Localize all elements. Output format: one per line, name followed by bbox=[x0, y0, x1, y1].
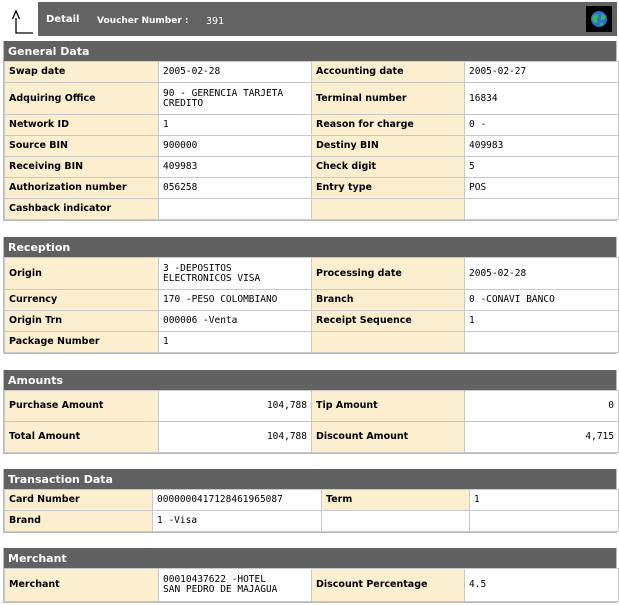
network-id-label: Network ID bbox=[4, 114, 159, 136]
currency-value: 170 -PESO COLOMBIANO bbox=[158, 289, 312, 311]
cashback-indicator-value bbox=[158, 198, 312, 220]
discount-amount-value: 4,715 bbox=[464, 421, 619, 453]
page-title: Detail bbox=[46, 14, 80, 25]
merchant-header: Merchant bbox=[4, 548, 616, 568]
receiving-bin-label: Receiving BIN bbox=[4, 156, 159, 178]
authorization-number-value: 056258 bbox=[158, 177, 312, 199]
reason-for-charge-value: 0 - bbox=[464, 114, 619, 136]
origin-value: 3 -DEPOSITOS ELECTRONICOS VISA bbox=[158, 257, 312, 290]
receipt-sequence-label: Receipt Sequence bbox=[311, 310, 465, 332]
origin-trn-label: Origin Trn bbox=[4, 310, 159, 332]
receipt-sequence-value: 1 bbox=[464, 310, 619, 332]
processing-date-label: Processing date bbox=[311, 257, 465, 290]
terminal-number-label: Terminal number bbox=[311, 82, 465, 115]
entry-type-value: POS bbox=[464, 177, 619, 199]
acquiring-office-value: 90 - GERENCIA TARJETA CREDITO bbox=[158, 82, 312, 115]
acquiring-office-label: Adquiring Office bbox=[4, 82, 159, 115]
merchant-section: Merchant Merchant 00010437622 -HOTEL SAN … bbox=[3, 548, 619, 603]
entry-type-label: Entry type bbox=[311, 177, 465, 199]
amounts-section: Amounts Purchase Amount 104,788 Tip Amou… bbox=[3, 370, 619, 454]
empty-value-cell bbox=[464, 331, 619, 353]
discount-percentage-value: 4.5 bbox=[464, 568, 619, 602]
term-label: Term bbox=[321, 489, 470, 511]
check-digit-value: 5 bbox=[464, 156, 619, 178]
brand-value: 1 -Visa bbox=[152, 510, 322, 532]
transaction-data-header: Transaction Data bbox=[4, 469, 616, 489]
receiving-bin-value: 409983 bbox=[158, 156, 312, 178]
total-amount-label: Total Amount bbox=[4, 421, 159, 453]
empty-label-cell bbox=[311, 331, 465, 353]
tip-amount-value: 0 bbox=[464, 390, 619, 422]
destiny-bin-label: Destiny BIN bbox=[311, 135, 465, 157]
discount-percentage-label: Discount Percentage bbox=[311, 568, 465, 602]
cashback-indicator-label: Cashback indicator bbox=[4, 198, 159, 220]
currency-label: Currency bbox=[4, 289, 159, 311]
header-bar: Detail Voucher Number : 391 bbox=[2, 2, 617, 36]
destiny-bin-value: 409983 bbox=[464, 135, 619, 157]
empty-value-cell bbox=[464, 198, 619, 220]
swap-date-label: Swap date bbox=[4, 61, 159, 83]
accounting-date-label: Accounting date bbox=[311, 61, 465, 83]
empty-value-cell bbox=[321, 510, 470, 532]
processing-date-value: 2005-02-28 bbox=[464, 257, 619, 290]
globe-icon[interactable] bbox=[586, 6, 612, 32]
empty-value-cell bbox=[469, 510, 619, 532]
branch-label: Branch bbox=[311, 289, 465, 311]
term-value: 1 bbox=[469, 489, 619, 511]
corner-up-left-arrow-icon bbox=[12, 9, 33, 34]
merchant-label: Merchant bbox=[4, 568, 159, 602]
voucher-number-value: 391 bbox=[206, 16, 225, 27]
source-bin-value: 900000 bbox=[158, 135, 312, 157]
discount-amount-label: Discount Amount bbox=[311, 421, 465, 453]
check-digit-label: Check digit bbox=[311, 156, 465, 178]
card-number-label: Card Number bbox=[4, 489, 153, 511]
reception-header: Reception bbox=[4, 237, 616, 257]
purchase-amount-label: Purchase Amount bbox=[4, 390, 159, 422]
accounting-date-value: 2005-02-27 bbox=[464, 61, 619, 83]
empty-label-cell bbox=[311, 198, 465, 220]
source-bin-label: Source BIN bbox=[4, 135, 159, 157]
terminal-number-value: 16834 bbox=[464, 82, 619, 115]
general-data-header: General Data bbox=[4, 41, 616, 61]
card-number-value: 0000000417128461965087 bbox=[152, 489, 322, 511]
general-data-section: General Data Swap date 2005-02-28 Accoun… bbox=[3, 41, 619, 221]
package-number-value: 1 bbox=[158, 331, 312, 353]
origin-trn-value: 000006 -Venta bbox=[158, 310, 312, 332]
title-bar: Detail Voucher Number : 391 bbox=[38, 2, 617, 36]
merchant-value: 00010437622 -HOTEL SAN PEDRO DE MAJAGUA bbox=[158, 568, 312, 602]
tip-amount-label: Tip Amount bbox=[311, 390, 465, 422]
transaction-data-section: Transaction Data Card Number 00000004171… bbox=[3, 469, 619, 533]
reason-for-charge-label: Reason for charge bbox=[311, 114, 465, 136]
branch-value: 0 -CONAVI BANCO bbox=[464, 289, 619, 311]
back-button[interactable] bbox=[2, 2, 38, 36]
authorization-number-label: Authorization number bbox=[4, 177, 159, 199]
origin-label: Origin bbox=[4, 257, 159, 290]
purchase-amount-value: 104,788 bbox=[158, 390, 312, 422]
total-amount-value: 104,788 bbox=[158, 421, 312, 453]
network-id-value: 1 bbox=[158, 114, 312, 136]
reception-section: Reception Origin 3 -DEPOSITOS ELECTRONICO… bbox=[3, 237, 619, 354]
package-number-label: Package Number bbox=[4, 331, 159, 353]
swap-date-value: 2005-02-28 bbox=[158, 61, 312, 83]
amounts-header: Amounts bbox=[4, 370, 616, 390]
voucher-number-label: Voucher Number : bbox=[97, 16, 189, 26]
brand-label: Brand bbox=[4, 510, 153, 532]
